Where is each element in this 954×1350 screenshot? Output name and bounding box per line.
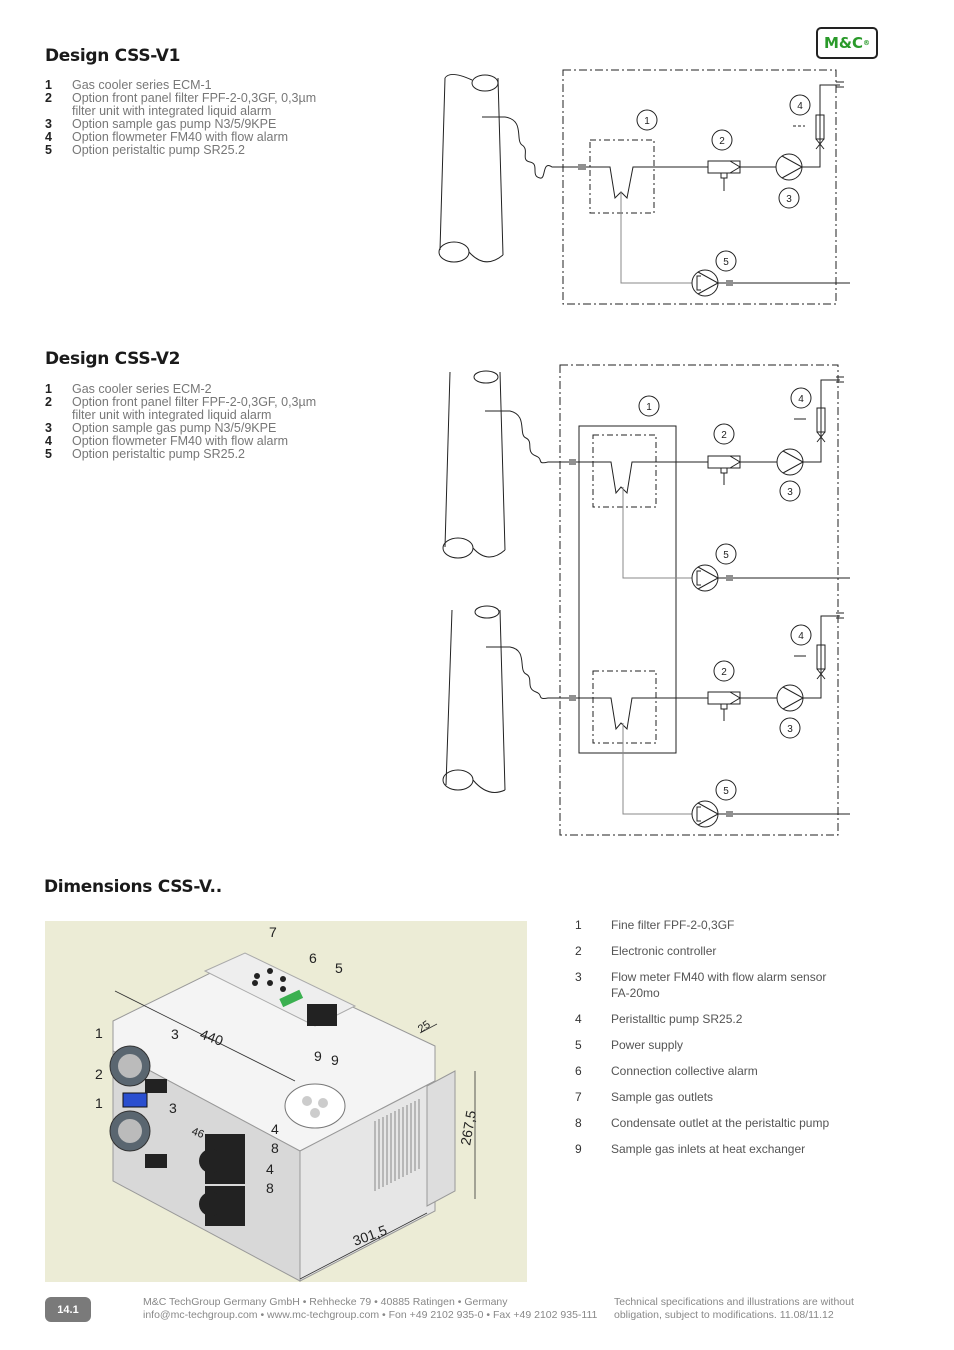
footer-contact-line: info@mc-techgroup.com • www.mc-techgroup…: [143, 1309, 598, 1321]
legend-item: 1 Fine filter FPF-2-0,3GF: [575, 917, 855, 933]
callout-2: 2: [721, 430, 727, 441]
callout-5: 5: [723, 257, 729, 268]
dimensions-legend: 1 Fine filter FPF-2-0,3GF 2 Electronic con…: [575, 917, 855, 1167]
legend-num: 4: [575, 1012, 582, 1026]
legend-item: 9 Sample gas inlets at heat exchanger: [575, 1141, 855, 1157]
legend-text: Option peristaltic pump SR25.2: [72, 447, 246, 461]
footer-disclaimer-line2: obligation, subject to modifications. 11…: [614, 1309, 834, 1321]
callout-4: 4: [271, 1121, 279, 1137]
callout-3b: 3: [169, 1100, 177, 1116]
callout-6: 6: [309, 950, 317, 966]
callout-1: 1: [95, 1025, 103, 1041]
callout-3: 3: [787, 487, 793, 498]
probe-pipe: [438, 74, 504, 263]
product-photo: 1 2 1 3 3 4 8 4 8 5 6 7 9 9 440 25 267,5…: [45, 921, 527, 1282]
logo-text: M&C: [823, 34, 864, 52]
callout-1b: 1: [95, 1095, 103, 1111]
callout-3-lower: 3: [787, 724, 793, 735]
legend-text: Electronic controller: [611, 944, 717, 958]
callout-7: 7: [269, 924, 277, 940]
legend-text: Condensate outlet at the peristaltic pum…: [611, 1116, 830, 1130]
legend-num: 7: [575, 1090, 582, 1104]
legend-text: Peristalltic pump SR25.2: [611, 1012, 743, 1026]
legend-item: 6 Connection collective alarm: [575, 1063, 855, 1079]
footer-disclaimer-line1: Technical specifications and illustratio…: [614, 1296, 854, 1308]
filter-symbol: [707, 160, 741, 174]
design-v1-title: Design CSS-V1: [45, 46, 181, 66]
legend-num: 6: [575, 1064, 582, 1078]
cooler-box: [589, 139, 655, 214]
legend-item: 5 Power supply: [575, 1037, 855, 1053]
logo-registered-mark: ®: [863, 39, 871, 47]
legend-num: 2: [45, 395, 52, 409]
design-v2-diagram: 1 2 3 4 5 2 3 4 5: [442, 364, 850, 836]
dimensions-title: Dimensions CSS-V..: [44, 877, 222, 897]
callout-1: 1: [646, 402, 652, 413]
callout-8b: 8: [266, 1180, 274, 1196]
legend-num: 1: [575, 918, 582, 932]
footer-disclaimer: Technical specifications and illustratio…: [614, 1296, 874, 1322]
callout-9b: 9: [331, 1052, 339, 1068]
legend-item: 5 Option peristaltic pump SR25.2: [45, 448, 335, 461]
footer-company-info: M&C TechGroup Germany GmbH • Rehhecke 79…: [143, 1296, 597, 1322]
legend-item: 4 Peristalltic pump SR25.2: [575, 1011, 855, 1027]
legend-text: Option peristaltic pump SR25.2: [72, 143, 246, 157]
legend-text: Connection collective alarm: [611, 1064, 758, 1078]
legend-item: 2 Electronic controller: [575, 943, 855, 959]
legend-num: 8: [575, 1116, 582, 1130]
callout-4b: 4: [266, 1161, 274, 1177]
callout-3: 3: [786, 194, 792, 205]
callout-4: 4: [798, 394, 804, 405]
legend-item: 5 Option peristaltic pump SR25.2: [45, 144, 335, 157]
legend-text: Flow meter FM40 with flow alarm sensor F…: [611, 970, 827, 1000]
legend-item: 2 Option front panel filter FPF-2-0,3GF, …: [45, 92, 335, 118]
legend-item: 2 Option front panel filter FPF-2-0,3GF, …: [45, 396, 335, 422]
callout-3: 3: [171, 1026, 179, 1042]
callout-5-lower: 5: [723, 786, 729, 797]
legend-num: 5: [45, 143, 52, 157]
mc-logo: M&C ®: [816, 27, 878, 59]
page-number-badge: 14.1: [45, 1297, 91, 1322]
design-v1-diagram: 1 2 3 4 5: [438, 69, 850, 305]
legend-text: Sample gas inlets at heat exchanger: [611, 1142, 806, 1156]
legend-text: Sample gas outlets: [611, 1090, 714, 1104]
dimension-267-5: 267,5: [457, 1109, 479, 1146]
callout-9: 9: [314, 1048, 322, 1064]
legend-item: 8 Condensate outlet at the peristaltic pu…: [575, 1115, 855, 1131]
system-enclosure: [559, 364, 839, 836]
legend-num: 5: [575, 1038, 582, 1052]
heated-line: [482, 116, 582, 179]
callout-1: 1: [644, 116, 650, 127]
callout-4-lower: 4: [798, 631, 804, 642]
channel-lower: [442, 605, 850, 828]
design-v2-legend: 1 Gas cooler series ECM-2 2 Option front p…: [45, 383, 335, 461]
legend-num: 2: [45, 91, 52, 105]
peristaltic-pump-symbol: [691, 269, 719, 297]
design-v1-legend: 1 Gas cooler series ECM-1 2 Option front p…: [45, 79, 335, 157]
callout-2: 2: [95, 1066, 103, 1082]
callout-8: 8: [271, 1140, 279, 1156]
legend-text: Fine filter FPF-2-0,3GF: [611, 918, 735, 932]
callout-5: 5: [723, 550, 729, 561]
legend-text: Option front panel filter FPF-2-0,3GF, 0…: [72, 91, 317, 118]
footer-company-line: M&C TechGroup Germany GmbH • Rehhecke 79…: [143, 1296, 508, 1308]
legend-num: 2: [575, 944, 582, 958]
design-v2-title: Design CSS-V2: [45, 349, 181, 369]
legend-text: Power supply: [611, 1038, 684, 1052]
legend-item: 7 Sample gas outlets: [575, 1089, 855, 1105]
legend-num: 5: [45, 447, 52, 461]
callout-2: 2: [719, 136, 725, 147]
cooler-box: [578, 425, 677, 754]
legend-item: 3 Flow meter FM40 with flow alarm sensor …: [575, 969, 855, 1001]
callout-4: 4: [797, 101, 803, 112]
callout-2-lower: 2: [721, 667, 727, 678]
dimension-25: 25: [416, 1019, 433, 1036]
legend-num: 3: [575, 970, 582, 984]
device-illustration: 1 2 1 3 3 4 8 4 8 5 6 7 9 9 440 25 267,5…: [95, 924, 479, 1282]
callout-5: 5: [335, 960, 343, 976]
gas-pump-symbol: [775, 153, 803, 181]
legend-text: Option front panel filter FPF-2-0,3GF, 0…: [72, 395, 317, 422]
legend-num: 9: [575, 1142, 582, 1156]
